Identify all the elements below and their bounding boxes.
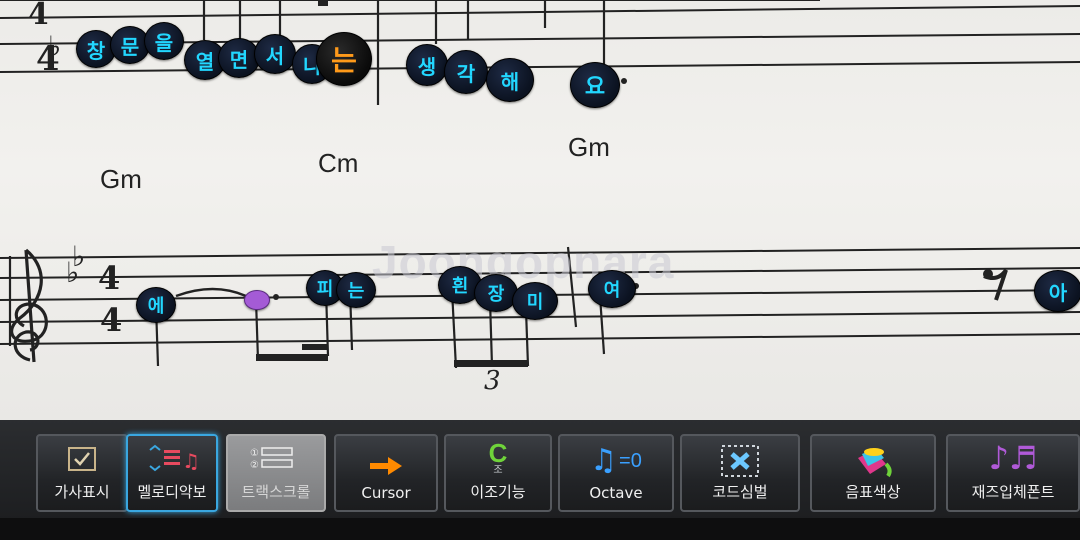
staff-line (0, 333, 1080, 345)
button-label: 멜로디악보 (137, 483, 207, 501)
button-label: Octave (589, 484, 643, 502)
lyric-note: 요 (570, 62, 620, 108)
button-label: 음표색상 (845, 483, 901, 501)
lyrics-display-button[interactable]: 가사표시 (36, 434, 128, 512)
lyric-note: 는 (336, 272, 376, 308)
svg-text:♫: ♫ (182, 449, 200, 472)
jazz-font-button[interactable]: ♪♬ 재즈입체폰트 (946, 434, 1080, 512)
jazz-font-icon: ♪♬ (948, 442, 1078, 474)
time-signature-den: 4 (100, 301, 123, 339)
top-time-signature-num: 4 (28, 0, 49, 32)
music-notes-icon: ♪♬ (988, 439, 1038, 477)
transpose-key-text: C (488, 438, 508, 468)
note-color-button[interactable]: 음표색상 (810, 434, 936, 512)
lyric-note: 아 (1034, 270, 1080, 312)
button-label: 코드심벌 (712, 483, 768, 501)
octave-value: =0 (619, 450, 642, 472)
lyric-note: 서 (254, 34, 296, 74)
cursor-button[interactable]: Cursor (334, 434, 438, 512)
button-label: Cursor (361, 484, 411, 502)
monitor-bezel (0, 518, 1080, 540)
lyric-note: 해 (486, 58, 534, 102)
lyric-note-highlighted: 는 (316, 32, 372, 86)
score-area: ♭ ♭ ♭ Joongopnara 4 4 4 4 Gm Cm Gm 3 창 문… (0, 0, 1080, 420)
beam (302, 344, 328, 350)
octave-button[interactable]: ♫ =0 Octave (558, 434, 674, 512)
lyric-note: 미 (512, 282, 558, 320)
lyric-note: 을 (144, 22, 184, 60)
chord-symbol: Gm (568, 132, 610, 162)
lyric-note: 여 (588, 270, 636, 308)
tie (175, 287, 247, 298)
top-beam (318, 0, 328, 6)
lyric-note: 생 (406, 44, 448, 86)
melody-score-icon: ♫ (128, 444, 216, 472)
checkbox-icon (38, 444, 126, 472)
arrow-right-icon (336, 454, 436, 478)
transpose-sub-text: 조 (493, 465, 503, 476)
track-scroll-button[interactable]: ①② 트랙스크롤 (226, 434, 326, 512)
lyric-note: 에 (136, 287, 176, 323)
chord-symbol: Gm (100, 164, 142, 194)
music-note-icon: ♫ (590, 443, 618, 478)
svg-text:①: ① (250, 448, 259, 459)
track-scroll-icon: ①② (228, 444, 324, 472)
flat-sign: ♭ (72, 240, 85, 273)
button-label: 이조기능 (470, 483, 526, 501)
button-label: 트랙스크롤 (241, 483, 311, 501)
time-signature-num: 4 (98, 259, 121, 297)
top-staff-line (0, 5, 1080, 19)
chord-symbol: Cm (318, 148, 359, 178)
transpose-button[interactable]: C 조 이조기능 (444, 434, 552, 512)
top-time-signature-den: 4 (36, 39, 60, 79)
beam (256, 354, 328, 361)
top-staff-line (0, 61, 1080, 73)
treble-clef (10, 248, 48, 363)
lyric-note: 장 (474, 274, 518, 312)
chord-symbol-button[interactable]: 코드심벌 (680, 434, 800, 512)
svg-text:②: ② (250, 460, 259, 471)
triplet-mark: 3 (484, 366, 501, 396)
dot (273, 294, 279, 300)
melody-note-purple (244, 290, 270, 310)
staff-svg: ♭ ♭ ♭ (0, 0, 1080, 369)
melody-score-button[interactable]: ♫ 멜로디악보 (126, 434, 218, 512)
octave-icon: ♫ =0 (560, 446, 672, 476)
paint-bucket-icon (812, 444, 934, 480)
button-label: 재즈입체폰트 (971, 483, 1055, 501)
eighth-rest-dot (983, 269, 993, 279)
chord-symbol-icon (682, 444, 798, 478)
transpose-icon: C 조 (446, 440, 550, 476)
lyric-note: 각 (444, 50, 488, 94)
button-label: 가사표시 (54, 483, 110, 501)
dot (621, 78, 627, 84)
